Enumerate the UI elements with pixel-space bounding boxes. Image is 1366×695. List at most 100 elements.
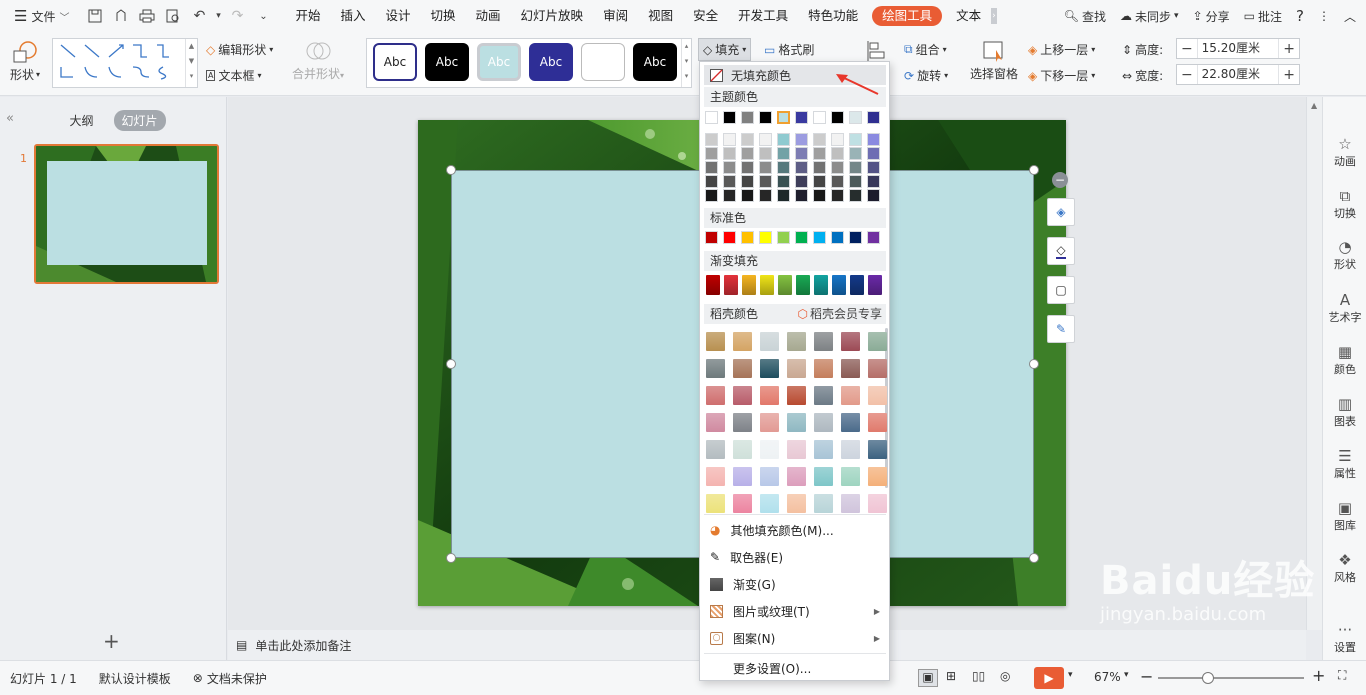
theme-shade-swatch[interactable]: [723, 133, 736, 146]
theme-shade-swatch[interactable]: [741, 189, 754, 202]
sidebar-item-transition[interactable]: ⧉ 切换: [1323, 187, 1366, 221]
fit-window-icon[interactable]: ⛶: [1338, 668, 1346, 683]
standard-color-swatch[interactable]: [723, 231, 736, 244]
style-swatch-outline-blue[interactable]: Abc: [373, 43, 417, 81]
tab-home[interactable]: 开始: [285, 0, 330, 32]
theme-shade-swatch[interactable]: [777, 189, 790, 202]
align-button[interactable]: [866, 40, 886, 62]
daoke-color-swatch[interactable]: [841, 467, 860, 486]
add-slide-button[interactable]: +: [103, 629, 120, 653]
style-gallery-scrollbar[interactable]: ▴ ▾ ▾: [681, 39, 691, 87]
style-swatch-black[interactable]: Abc: [425, 43, 469, 81]
eyedropper-item[interactable]: ✎ 取色器(E): [704, 545, 886, 569]
gradient-fill-swatch[interactable]: [742, 275, 756, 295]
theme-shade-swatch[interactable]: [705, 189, 718, 202]
theme-shade-swatch[interactable]: [759, 189, 772, 202]
daoke-color-swatch[interactable]: [841, 494, 860, 513]
bring-forward-button[interactable]: ◈ 上移一层 ▾: [1028, 41, 1095, 58]
theme-shade-swatch[interactable]: [705, 133, 718, 146]
daoke-color-swatch[interactable]: [868, 359, 887, 378]
daoke-scrollbar[interactable]: [885, 328, 888, 488]
gradient-item[interactable]: 渐变(G): [704, 572, 886, 596]
theme-color-swatch[interactable]: [723, 111, 736, 124]
daoke-color-swatch[interactable]: [760, 467, 779, 486]
daoke-color-swatch[interactable]: [733, 440, 752, 459]
tab-developer[interactable]: 开发工具: [728, 0, 798, 32]
theme-shade-swatch[interactable]: [831, 161, 844, 174]
sidebar-item-settings[interactable]: ··· 设置: [1323, 621, 1366, 655]
slide-thumbnail[interactable]: [34, 144, 219, 284]
daoke-color-swatch[interactable]: [787, 494, 806, 513]
sync-button[interactable]: ☁ 未同步 ▾: [1120, 8, 1179, 25]
zoom-dropdown-icon[interactable]: ▾: [1124, 670, 1129, 680]
theme-color-swatch[interactable]: [759, 111, 772, 124]
theme-shade-swatch[interactable]: [759, 161, 772, 174]
daoke-color-swatch[interactable]: [814, 359, 833, 378]
theme-shade-swatch[interactable]: [759, 147, 772, 160]
file-menu[interactable]: ☰ 文件 ﹀: [0, 0, 79, 32]
theme-shade-swatch[interactable]: [777, 161, 790, 174]
export-icon[interactable]: [109, 4, 133, 28]
design-template[interactable]: 默认设计模板: [99, 670, 171, 687]
merge-shape-button[interactable]: 合并形状▾: [292, 40, 344, 82]
daoke-color-swatch[interactable]: [760, 332, 779, 351]
theme-shade-swatch[interactable]: [849, 175, 862, 188]
theme-color-swatch[interactable]: [849, 111, 862, 124]
theme-shade-swatch[interactable]: [723, 189, 736, 202]
theme-color-swatch[interactable]: [813, 111, 826, 124]
zoom-slider-thumb[interactable]: [1202, 672, 1214, 684]
daoke-color-swatch[interactable]: [841, 332, 860, 351]
theme-shade-swatch[interactable]: [741, 175, 754, 188]
collapse-float-toolbar-button[interactable]: −: [1052, 172, 1068, 188]
height-decrement-button[interactable]: −: [1177, 41, 1197, 57]
height-increment-button[interactable]: +: [1279, 41, 1299, 57]
theme-shade-swatch[interactable]: [741, 133, 754, 146]
tab-slideshow[interactable]: 幻灯片放映: [511, 0, 594, 32]
play-options-icon[interactable]: ▾: [1068, 670, 1073, 680]
standard-color-swatch[interactable]: [867, 231, 880, 244]
width-field[interactable]: 22.80厘米: [1196, 65, 1280, 84]
sidebar-item-shape[interactable]: ◔ 形状: [1323, 238, 1366, 272]
theme-shade-swatch[interactable]: [795, 133, 808, 146]
daoke-color-swatch[interactable]: [706, 386, 725, 405]
resize-handle-sw[interactable]: [446, 553, 456, 563]
format-float-button[interactable]: ✎: [1047, 315, 1075, 343]
daoke-color-swatch[interactable]: [841, 359, 860, 378]
style-swatch-white[interactable]: [581, 43, 625, 81]
daoke-color-swatch[interactable]: [814, 332, 833, 351]
daoke-color-swatch[interactable]: [868, 467, 887, 486]
height-stepper[interactable]: − 15.20厘米 +: [1176, 38, 1300, 59]
rotate-button[interactable]: ⟳ 旋转 ▾: [904, 67, 948, 84]
resize-handle-w[interactable]: [446, 359, 456, 369]
shape-button[interactable]: 形状 ▾: [10, 40, 40, 83]
resize-handle-ne[interactable]: [1029, 165, 1039, 175]
gradient-fill-swatch[interactable]: [796, 275, 810, 295]
shape-gallery[interactable]: ▲ ▼ ▾: [52, 38, 198, 88]
zoom-slider[interactable]: [1158, 677, 1304, 679]
theme-color-swatch[interactable]: [705, 111, 718, 124]
fill-float-button[interactable]: ◇: [1047, 237, 1075, 265]
theme-shade-swatch[interactable]: [867, 161, 880, 174]
daoke-color-swatch[interactable]: [706, 359, 725, 378]
save-icon[interactable]: [83, 4, 107, 28]
height-field[interactable]: 15.20厘米: [1196, 39, 1280, 58]
style-swatch-lightblue[interactable]: Abc: [477, 43, 521, 81]
theme-color-swatch[interactable]: [831, 111, 844, 124]
daoke-color-swatch[interactable]: [733, 413, 752, 432]
theme-shade-swatch[interactable]: [705, 147, 718, 160]
zoom-level[interactable]: 67%: [1094, 670, 1121, 684]
daoke-color-swatch[interactable]: [787, 359, 806, 378]
daoke-color-swatch[interactable]: [814, 467, 833, 486]
daoke-color-swatch[interactable]: [733, 494, 752, 513]
theme-shade-swatch[interactable]: [795, 161, 808, 174]
search-button[interactable]: 🔍︎ 查找: [1064, 8, 1106, 25]
theme-shade-swatch[interactable]: [849, 161, 862, 174]
daoke-color-swatch[interactable]: [841, 413, 860, 432]
theme-color-swatch[interactable]: [777, 111, 790, 124]
tab-view[interactable]: 视图: [638, 0, 683, 32]
tab-transition[interactable]: 切换: [421, 0, 466, 32]
standard-color-swatch[interactable]: [831, 231, 844, 244]
daoke-color-swatch[interactable]: [760, 494, 779, 513]
daoke-color-swatch[interactable]: [787, 467, 806, 486]
tabs-scroll-right-icon[interactable]: ›: [991, 8, 997, 24]
